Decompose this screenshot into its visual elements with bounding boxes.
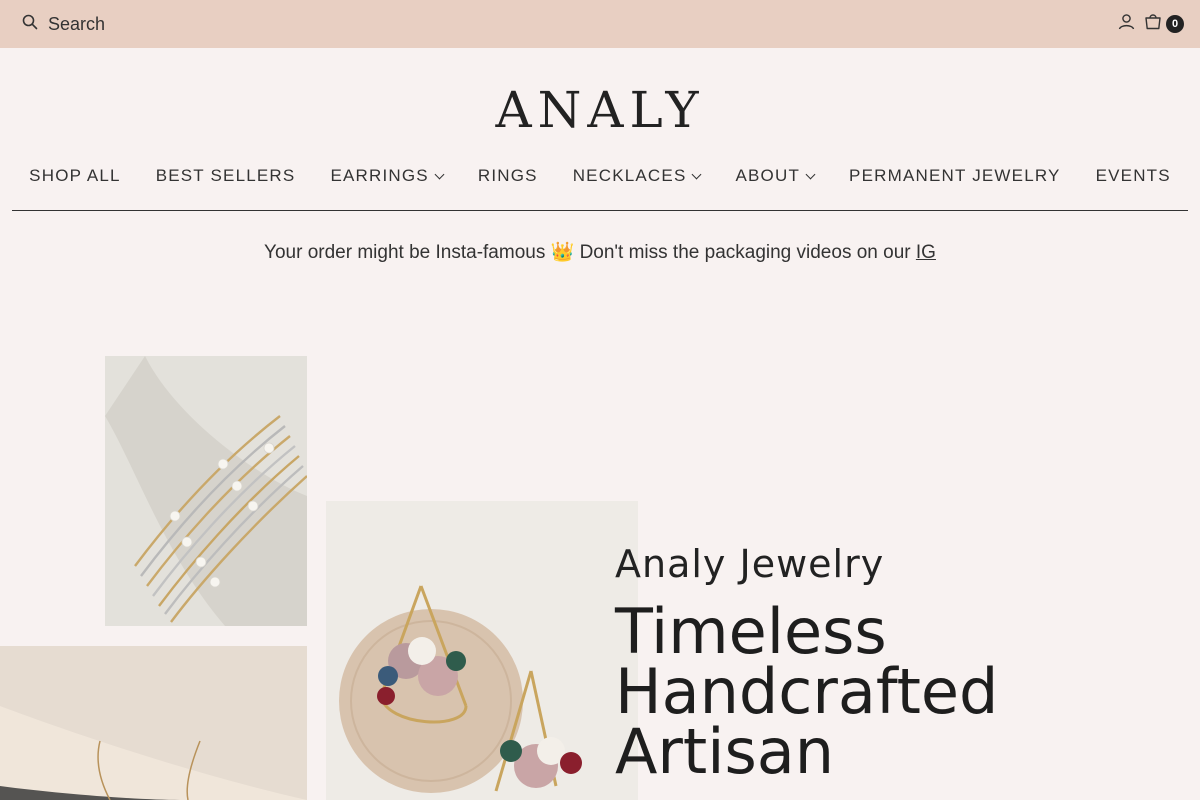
nav-item-earrings[interactable]: EARRINGS [330,162,445,190]
hero-title-line: Artisan [615,715,835,788]
bracelets-photo [105,356,307,626]
top-bar: Search 0 [0,0,1200,48]
nav-item-necklaces[interactable]: NECKLACES [572,162,702,190]
nav-item-permanent-jewelry[interactable]: PERMANENT JEWELRY [849,162,1061,190]
hero-title-line: Timeless [615,595,887,668]
nav-label: PERMANENT JEWELRY [849,166,1061,185]
cart-count-badge: 0 [1166,15,1184,33]
chevron-down-icon [805,169,816,179]
necklace-photo [0,646,307,800]
nav-item-rings[interactable]: RINGS [478,162,538,190]
earrings-photo [326,501,638,800]
cart-button[interactable]: 0 [1144,13,1184,35]
hero-title: Timeless Handcrafted Artisan [615,595,1135,788]
announcement-text: Your order might be Insta-famous [264,242,546,263]
brand-logo[interactable]: ANALY [0,80,1200,140]
nav-label: ABOUT [735,166,801,185]
nav-label: BEST SELLERS [155,166,296,185]
main-nav: SHOP ALL BEST SELLERS EARRINGS RINGS NEC… [12,162,1188,190]
nav-label: SHOP ALL [29,166,121,185]
hero-subtitle: Analy Jewelry [615,542,885,586]
account-icon[interactable] [1118,13,1135,35]
chevron-down-icon [692,169,702,179]
nav-item-about[interactable]: ABOUT [735,162,816,190]
chevron-down-icon [434,169,445,179]
search-icon [22,14,38,35]
crown-emoji: 👑 [550,242,575,263]
search-label: Search [48,14,106,34]
nav-label: EVENTS [1095,166,1171,185]
search-button[interactable]: Search [22,12,105,36]
nav-label: NECKLACES [572,166,687,185]
nav-item-events[interactable]: EVENTS [1096,162,1171,190]
cart-icon [1144,13,1162,35]
instagram-link[interactable]: IG [916,242,936,263]
nav-divider [12,210,1188,211]
hero-title-line: Handcrafted [615,655,999,728]
nav-item-shop-all[interactable]: SHOP ALL [29,162,121,190]
nav-item-best-sellers[interactable]: BEST SELLERS [156,162,296,190]
announcement-text-2: Don't miss the packaging videos on our [579,242,911,263]
nav-label: EARRINGS [330,166,429,185]
nav-label: RINGS [477,166,538,185]
announcement-bar: Your order might be Insta-famous 👑 Don't… [0,240,1200,266]
